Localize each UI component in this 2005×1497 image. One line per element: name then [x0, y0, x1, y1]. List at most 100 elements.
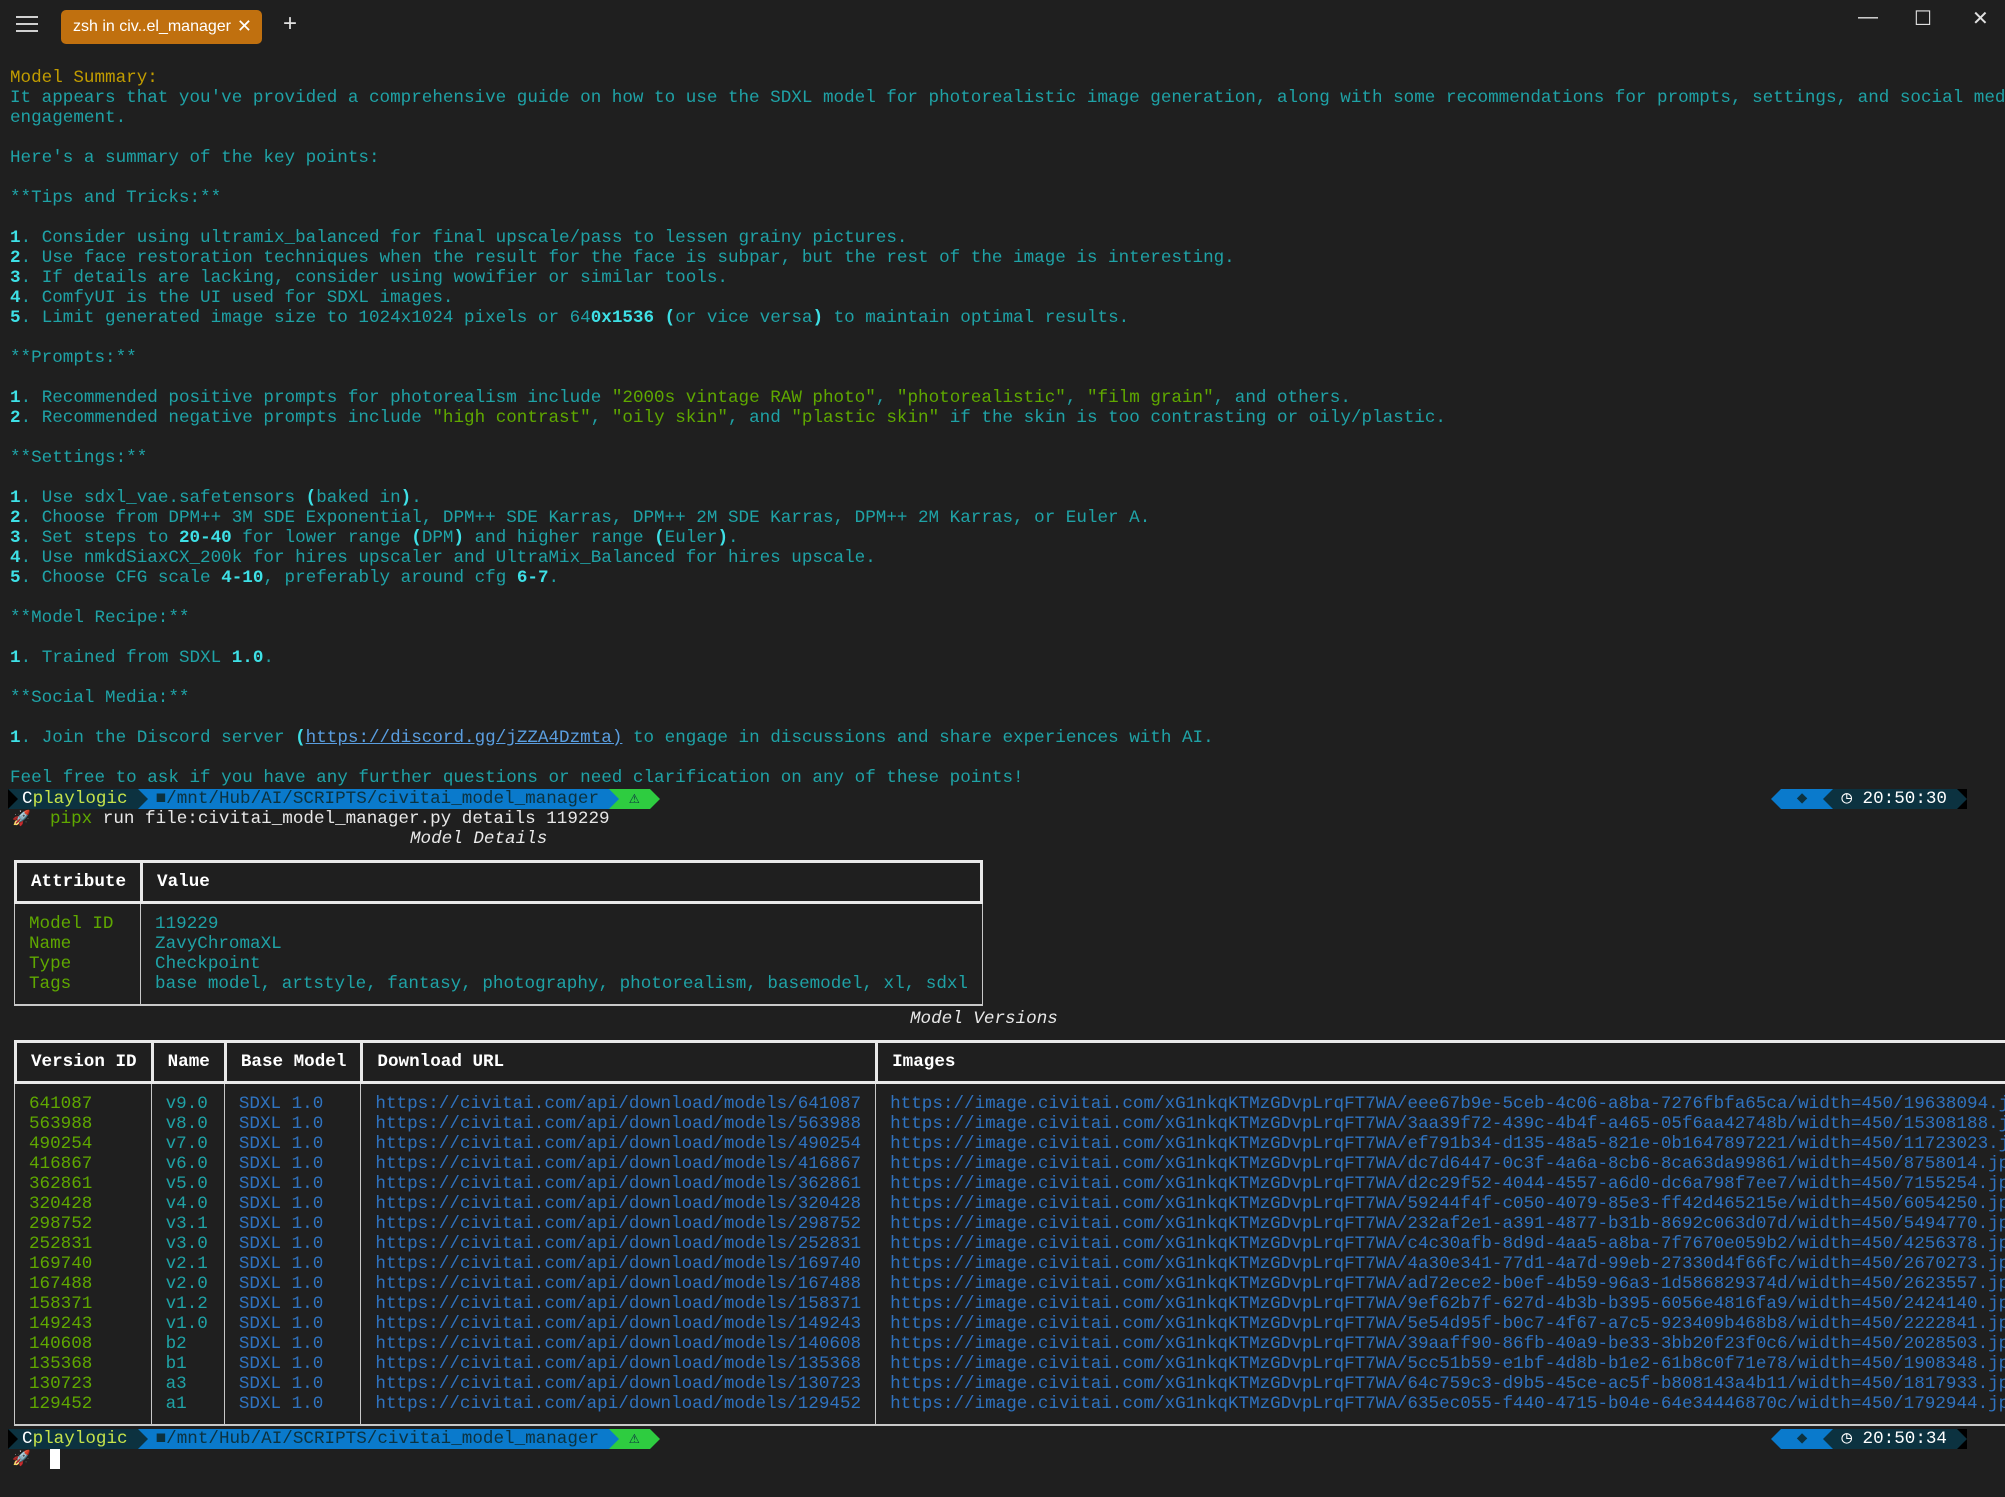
table-cell: https://image.civitai.com/xG1nkqKTMzGDvp…: [875, 1354, 2005, 1374]
table-cell: SDXL 1.0: [223, 1274, 361, 1294]
python-icon: ◆: [1780, 1429, 1824, 1449]
prompt-user: C playlogic: [18, 1429, 138, 1449]
prompt-item: 1. Recommended positive prompts for phot…: [10, 388, 1351, 408]
table-cell: ZavyChromaXL: [140, 934, 983, 954]
table-row: 149243 v1.0 SDXL 1.0 https://civitai.com/ap…: [14, 1314, 2005, 1334]
setting-item: 2. Choose from DPM++ 3M SDE Exponential,…: [10, 508, 1151, 528]
table-row: Name ZavyChromaXL: [14, 934, 983, 954]
prompt-path: ■ /mnt/Hub/AI/SCRIPTS/civitai_model_mana…: [147, 1429, 610, 1449]
tips-heading: **Tips and Tricks:**: [10, 188, 222, 208]
table-cell: 167488: [14, 1274, 151, 1294]
table-cell: Type: [14, 954, 140, 974]
new-tab-button[interactable]: +: [283, 10, 297, 38]
table-cell: https://image.civitai.com/xG1nkqKTMzGDvp…: [875, 1374, 2005, 1394]
shell-prompt: C playlogic ■ /mnt/Hub/AI/SCRIPTS/civita…: [8, 1429, 660, 1449]
minimize-button[interactable]: —: [1858, 6, 1878, 29]
table-cell: https://image.civitai.com/xG1nkqKTMzGDvp…: [875, 1134, 2005, 1154]
clock-icon: ◷: [1841, 1429, 1852, 1449]
table-row: 129452 a1 SDXL 1.0 https://civitai.com/api/…: [14, 1394, 2005, 1414]
table-cell: Tags: [14, 974, 140, 994]
table-row: 158371 v1.2 SDXL 1.0 https://civitai.com/ap…: [14, 1294, 2005, 1314]
table-row: 490254 v7.0 SDXL 1.0 https://civitai.com/ap…: [14, 1134, 2005, 1154]
table-row: 641087 v9.0 SDXL 1.0 https://civitai.com/ap…: [14, 1094, 2005, 1114]
user-icon: C: [22, 1429, 33, 1449]
table-cell: 416867: [14, 1154, 151, 1174]
table-cell: SDXL 1.0: [223, 1374, 361, 1394]
settings-heading: **Settings:**: [10, 448, 148, 468]
table-cell: https://civitai.com/api/download/models/…: [360, 1294, 875, 1314]
table-cell: https://civitai.com/api/download/models/…: [360, 1374, 875, 1394]
table-cell: SDXL 1.0: [223, 1354, 361, 1374]
table-cell: v8.0: [150, 1114, 224, 1134]
table-row: Type Checkpoint: [14, 954, 983, 974]
table-cell: https://image.civitai.com/xG1nkqKTMzGDvp…: [875, 1214, 2005, 1234]
table-cell: v7.0: [150, 1134, 224, 1154]
tab-close-icon[interactable]: ✕: [237, 16, 252, 37]
table-cell: 130723: [14, 1374, 151, 1394]
table-cell: https://civitai.com/api/download/models/…: [360, 1234, 875, 1254]
table-cell: 158371: [14, 1294, 151, 1314]
closing-text: Feel free to ask if you have any further…: [10, 768, 1024, 788]
menu-icon[interactable]: [16, 16, 38, 34]
table-row: 130723 a3 SDXL 1.0 https://civitai.com/api/…: [14, 1374, 2005, 1394]
table-row: Tags base model, artstyle, fantasy, photo…: [14, 974, 983, 994]
table-cell: https://civitai.com/api/download/models/…: [360, 1134, 875, 1154]
table-cell: 149243: [14, 1314, 151, 1334]
table-cell: SDXL 1.0: [223, 1234, 361, 1254]
recipe-heading: **Model Recipe:**: [10, 608, 190, 628]
table-row: 135368 b1 SDXL 1.0 https://civitai.com/api/…: [14, 1354, 2005, 1374]
table-cell: SDXL 1.0: [223, 1214, 361, 1234]
model-versions-title: Model Versions: [910, 1009, 1058, 1029]
table-cell: https://civitai.com/api/download/models/…: [360, 1254, 875, 1274]
table-cell: https://image.civitai.com/xG1nkqKTMzGDvp…: [875, 1254, 2005, 1274]
column-header: Images: [875, 1040, 2005, 1084]
title-bar: zsh in civ..el_manager ✕ + — ☐ ✕: [0, 0, 2005, 52]
summary-heading: Model Summary:: [10, 68, 158, 88]
table-cell: 490254: [14, 1134, 151, 1154]
table-cell: https://image.civitai.com/xG1nkqKTMzGDvp…: [875, 1274, 2005, 1294]
table-cell: SDXL 1.0: [223, 1294, 361, 1314]
setting-item: 1. Use sdxl_vae.safetensors (baked in).: [10, 488, 422, 508]
table-cell: https://image.civitai.com/xG1nkqKTMzGDvp…: [875, 1334, 2005, 1354]
command-line: pipx run file:civitai_model_manager.py d…: [50, 809, 610, 829]
table-row: 416867 v6.0 SDXL 1.0 https://civitai.com/ap…: [14, 1154, 2005, 1174]
maximize-button[interactable]: ☐: [1914, 6, 1932, 31]
table-cell: 298752: [14, 1214, 151, 1234]
table-row: 563988 v8.0 SDXL 1.0 https://civitai.com/ap…: [14, 1114, 2005, 1134]
column-header: Name: [150, 1040, 224, 1084]
table-cell: b1: [150, 1354, 224, 1374]
table-cell: 169740: [14, 1254, 151, 1274]
table-cell: 135368: [14, 1354, 151, 1374]
discord-link[interactable]: https://discord.gg/jZZA4Dzmta): [306, 728, 623, 748]
model-details-title: Model Details: [410, 829, 548, 849]
table-cell: SDXL 1.0: [223, 1114, 361, 1134]
table-cell: b2: [150, 1334, 224, 1354]
key-points-text: Here's a summary of the key points:: [10, 148, 380, 168]
table-cell: v1.0: [150, 1314, 224, 1334]
table-cell: 320428: [14, 1194, 151, 1214]
prompt-time: ◷ 20:50:30: [1833, 789, 1957, 809]
tab-title: zsh in civ..el_manager: [73, 18, 231, 35]
summary-intro-line1: It appears that you've provided a compre…: [10, 88, 2005, 108]
tip-item: 5. Limit generated image size to 1024x10…: [10, 308, 1130, 328]
table-cell: v2.1: [150, 1254, 224, 1274]
prompt-path: ■ /mnt/Hub/AI/SCRIPTS/civitai_model_mana…: [147, 789, 610, 809]
right-prompt: ◆ ◷ 20:50:34: [1770, 1429, 1967, 1449]
table-cell: https://image.civitai.com/xG1nkqKTMzGDvp…: [875, 1314, 2005, 1334]
table-cell: SDXL 1.0: [223, 1394, 361, 1414]
table-cell: 641087: [14, 1094, 151, 1114]
table-cell: 129452: [14, 1394, 151, 1414]
tab-zsh[interactable]: zsh in civ..el_manager ✕: [61, 10, 262, 44]
table-cell: https://image.civitai.com/xG1nkqKTMzGDvp…: [875, 1114, 2005, 1134]
table-cell: https://civitai.com/api/download/models/…: [360, 1354, 875, 1374]
summary-intro-line2: engagement.: [10, 108, 127, 128]
model-versions-table: Version ID Name Base Model Download URL …: [14, 1040, 2005, 1426]
close-window-button[interactable]: ✕: [1972, 6, 1989, 31]
terminal-cursor[interactable]: [50, 1449, 60, 1469]
table-row: 320428 v4.0 SDXL 1.0 https://civitai.com/ap…: [14, 1194, 2005, 1214]
table-row: 140608 b2 SDXL 1.0 https://civitai.com/api/…: [14, 1334, 2005, 1354]
column-header: Download URL: [360, 1040, 876, 1084]
table-row: 252831 v3.0 SDXL 1.0 https://civitai.com/ap…: [14, 1234, 2005, 1254]
table-cell: v3.0: [150, 1234, 224, 1254]
table-cell: https://civitai.com/api/download/models/…: [360, 1194, 875, 1214]
